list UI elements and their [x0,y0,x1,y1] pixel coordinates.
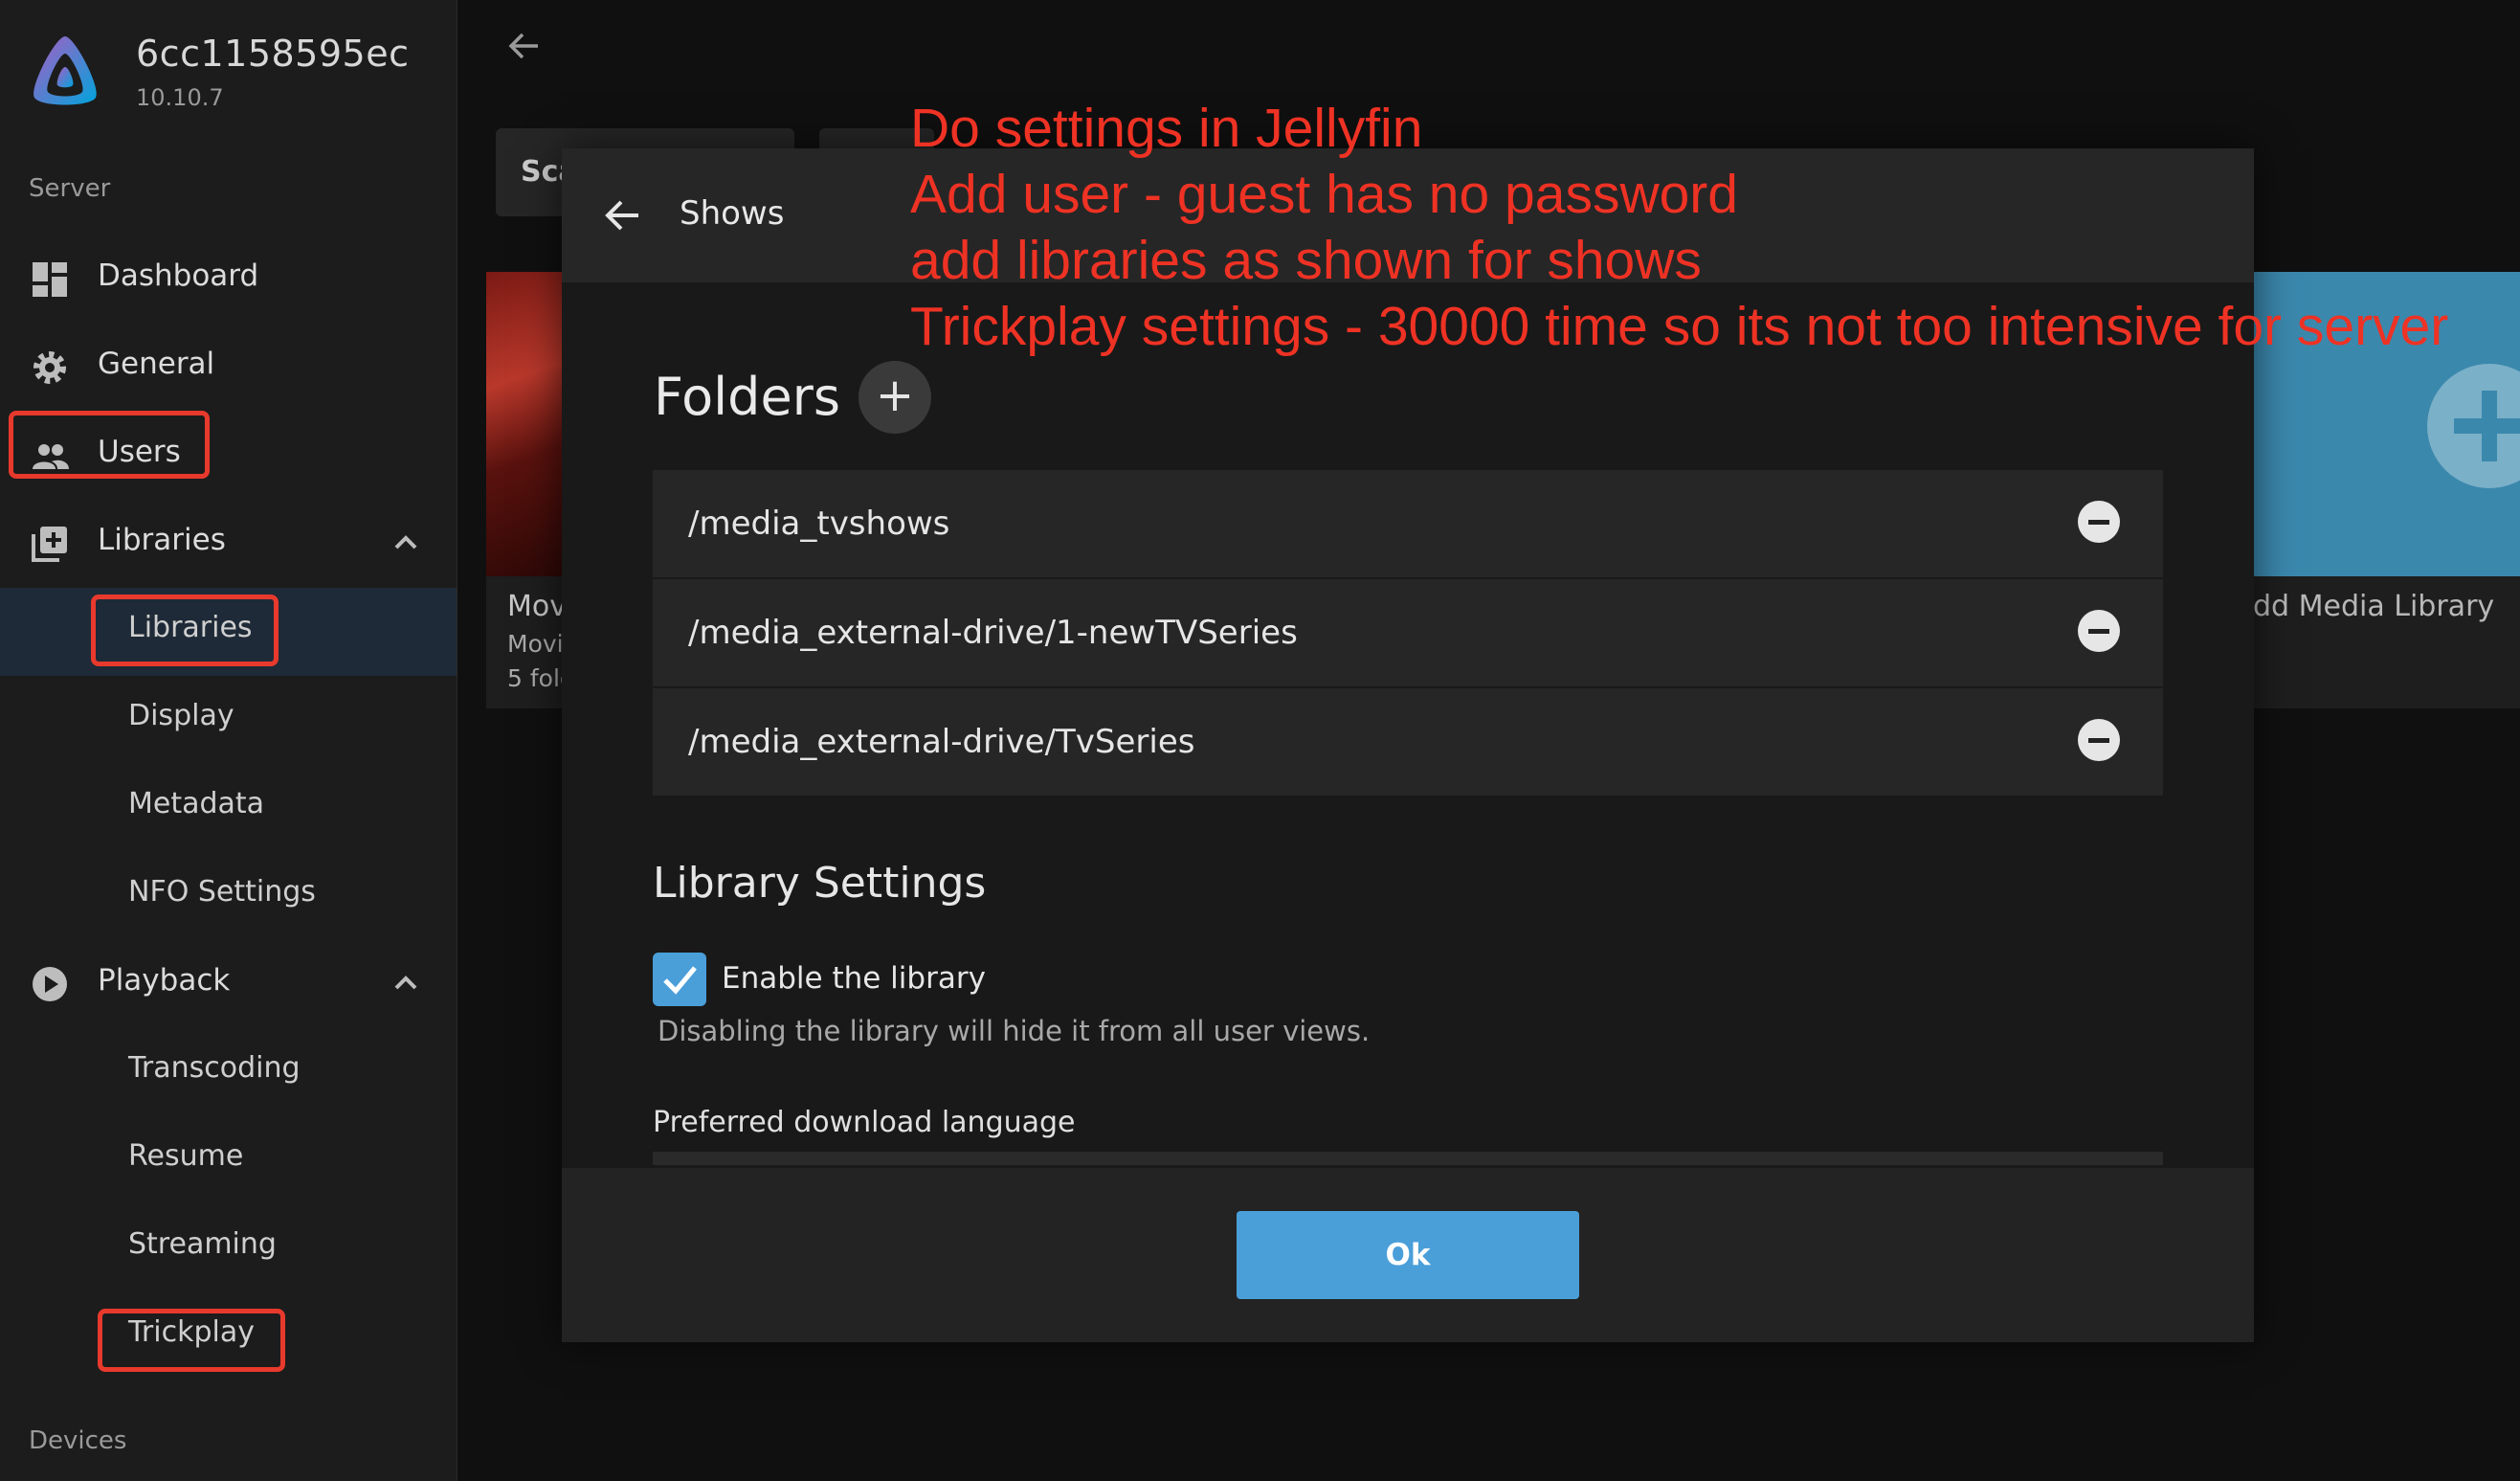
sidebar-subitem-label: NFO Settings [128,875,316,909]
gear-icon [33,351,66,384]
remove-folder-icon[interactable] [2078,719,2120,761]
sidebar-item-label: Dashboard [98,258,259,293]
library-card-type: Movi [507,630,564,658]
folder-path: /media_external-drive/1-newTVSeries [688,614,1298,652]
section-label-server: Server [29,174,111,203]
library-settings-heading: Library Settings [653,859,987,908]
folders-heading: Folders [654,367,841,427]
dialog-title: Shows [680,194,785,233]
download-language-label: Preferred download language [653,1106,1076,1139]
sidebar-subitem-display[interactable]: Display [0,676,457,764]
sidebar-item-label: Libraries [98,523,226,557]
add-circle-icon [2427,364,2520,488]
sidebar-subitem-label: Resume [128,1139,244,1173]
sidebar-subitem-resume[interactable]: Resume [0,1116,457,1204]
enable-library-checkbox[interactable] [653,953,706,1006]
library-add-icon [32,527,67,562]
annotation-line: add libraries as shown for shows [910,230,1702,291]
server-name: 6cc1158595ec [136,33,410,75]
folder-path: /media_tvshows [688,505,950,543]
back-arrow-icon[interactable] [602,194,644,236]
download-language-select[interactable] [653,1152,2163,1165]
annotation-box-libraries [91,595,279,666]
play-circle-icon [33,967,67,1001]
chevron-up-icon[interactable] [391,528,420,557]
plus-icon: + [875,369,915,422]
sidebar-subitem-label: Display [128,699,234,732]
section-label-devices: Devices [29,1426,127,1455]
sidebar-item-libraries[interactable]: Libraries [0,500,457,588]
library-card-title: Mov [507,590,567,623]
add-folder-button[interactable]: + [859,361,931,434]
sidebar-item-label: Playback [98,963,231,998]
sidebar-subitem-transcoding[interactable]: Transcoding [0,1028,457,1116]
chevron-up-icon[interactable] [391,969,420,998]
remove-folder-icon[interactable] [2078,501,2120,543]
folder-row: /media_tvshows [653,470,2163,577]
movies-library-poster[interactable] [486,272,572,576]
sidebar-subitem-label: Streaming [128,1227,277,1261]
jellyfin-logo-icon [33,36,97,105]
dashboard-icon [33,262,67,297]
movies-library-info: Mov Movi 5 fold [486,576,572,708]
annotation-box-trickplay [98,1309,285,1372]
folder-row: /media_external-drive/TvSeries [653,688,2163,796]
folder-path: /media_external-drive/TvSeries [688,723,1195,761]
server-version: 10.10.7 [136,84,224,111]
sidebar-subitem-label: Metadata [128,787,265,820]
checkmark-icon [663,966,697,995]
annotation-line: Add user - guest has no password [910,164,1738,225]
server-brand[interactable]: 6cc1158595ec 10.10.7 [27,29,457,115]
sidebar-subitem-metadata[interactable]: Metadata [0,764,457,852]
add-media-library-label: dd Media Library [2253,590,2495,623]
sidebar-subitem-nfo-settings[interactable]: NFO Settings [0,852,457,940]
sidebar: 6cc1158595ec 10.10.7 Server Dashboard Ge… [0,0,457,1481]
annotation-line: Do settings in Jellyfin [910,98,1423,159]
sidebar-item-general[interactable]: General [0,324,457,412]
annotation-box-users [9,411,210,479]
folder-row: /media_external-drive/1-newTVSeries [653,579,2163,686]
sidebar-item-dashboard[interactable]: Dashboard [0,236,457,324]
ok-button[interactable]: Ok [1237,1211,1579,1299]
remove-folder-icon[interactable] [2078,610,2120,652]
sidebar-item-label: General [98,347,215,381]
enable-library-help: Disabling the library will hide it from … [658,1015,1371,1047]
back-arrow-icon[interactable] [505,27,544,65]
annotation-text: Do settings in Jellyfin Add user - guest… [910,96,2520,360]
sidebar-subitem-streaming[interactable]: Streaming [0,1204,457,1292]
sidebar-item-playback[interactable]: Playback [0,940,457,1028]
annotation-line: Trickplay settings - 30000 time so its n… [910,296,2449,357]
enable-library-label: Enable the library [722,961,986,996]
sidebar-subitem-label: Transcoding [128,1051,301,1085]
